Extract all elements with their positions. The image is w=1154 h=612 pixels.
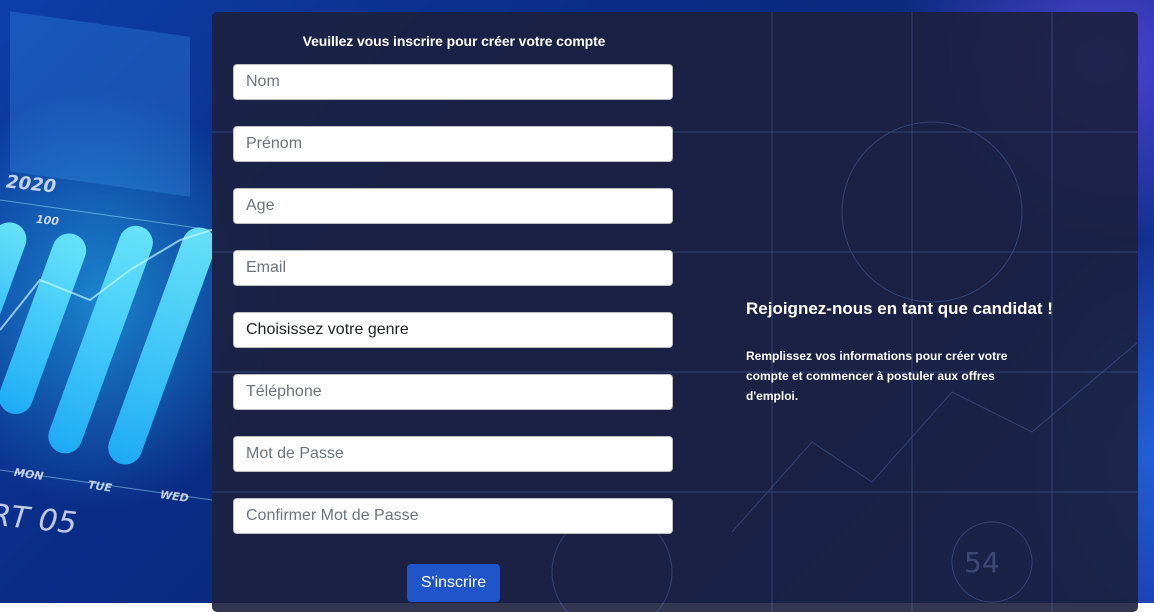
age-input[interactable]	[233, 188, 673, 224]
password-input[interactable]	[233, 436, 673, 472]
form-title: Veuillez vous inscrire pour créer votre …	[302, 33, 606, 49]
confirm-password-input[interactable]	[233, 498, 673, 534]
email-input[interactable]	[233, 250, 673, 286]
genre-select[interactable]: Choisissez votre genre	[233, 312, 673, 348]
registration-panel: 54 Veuillez vous inscrire pour créer vot…	[212, 12, 1138, 612]
background-tick-text: 100	[35, 212, 60, 229]
genre-select-value: Choisissez votre genre	[246, 321, 409, 338]
nom-input[interactable]	[233, 64, 673, 100]
signup-button[interactable]: S'inscrire	[407, 564, 500, 602]
telephone-input[interactable]	[233, 374, 673, 410]
background-gauge-text: 54	[964, 546, 1000, 579]
side-title: Rejoignez-nous en tant que candidat !	[746, 299, 1053, 318]
side-description: Remplissez vos informations pour créer v…	[746, 349, 1008, 403]
prenom-input[interactable]	[233, 126, 673, 162]
